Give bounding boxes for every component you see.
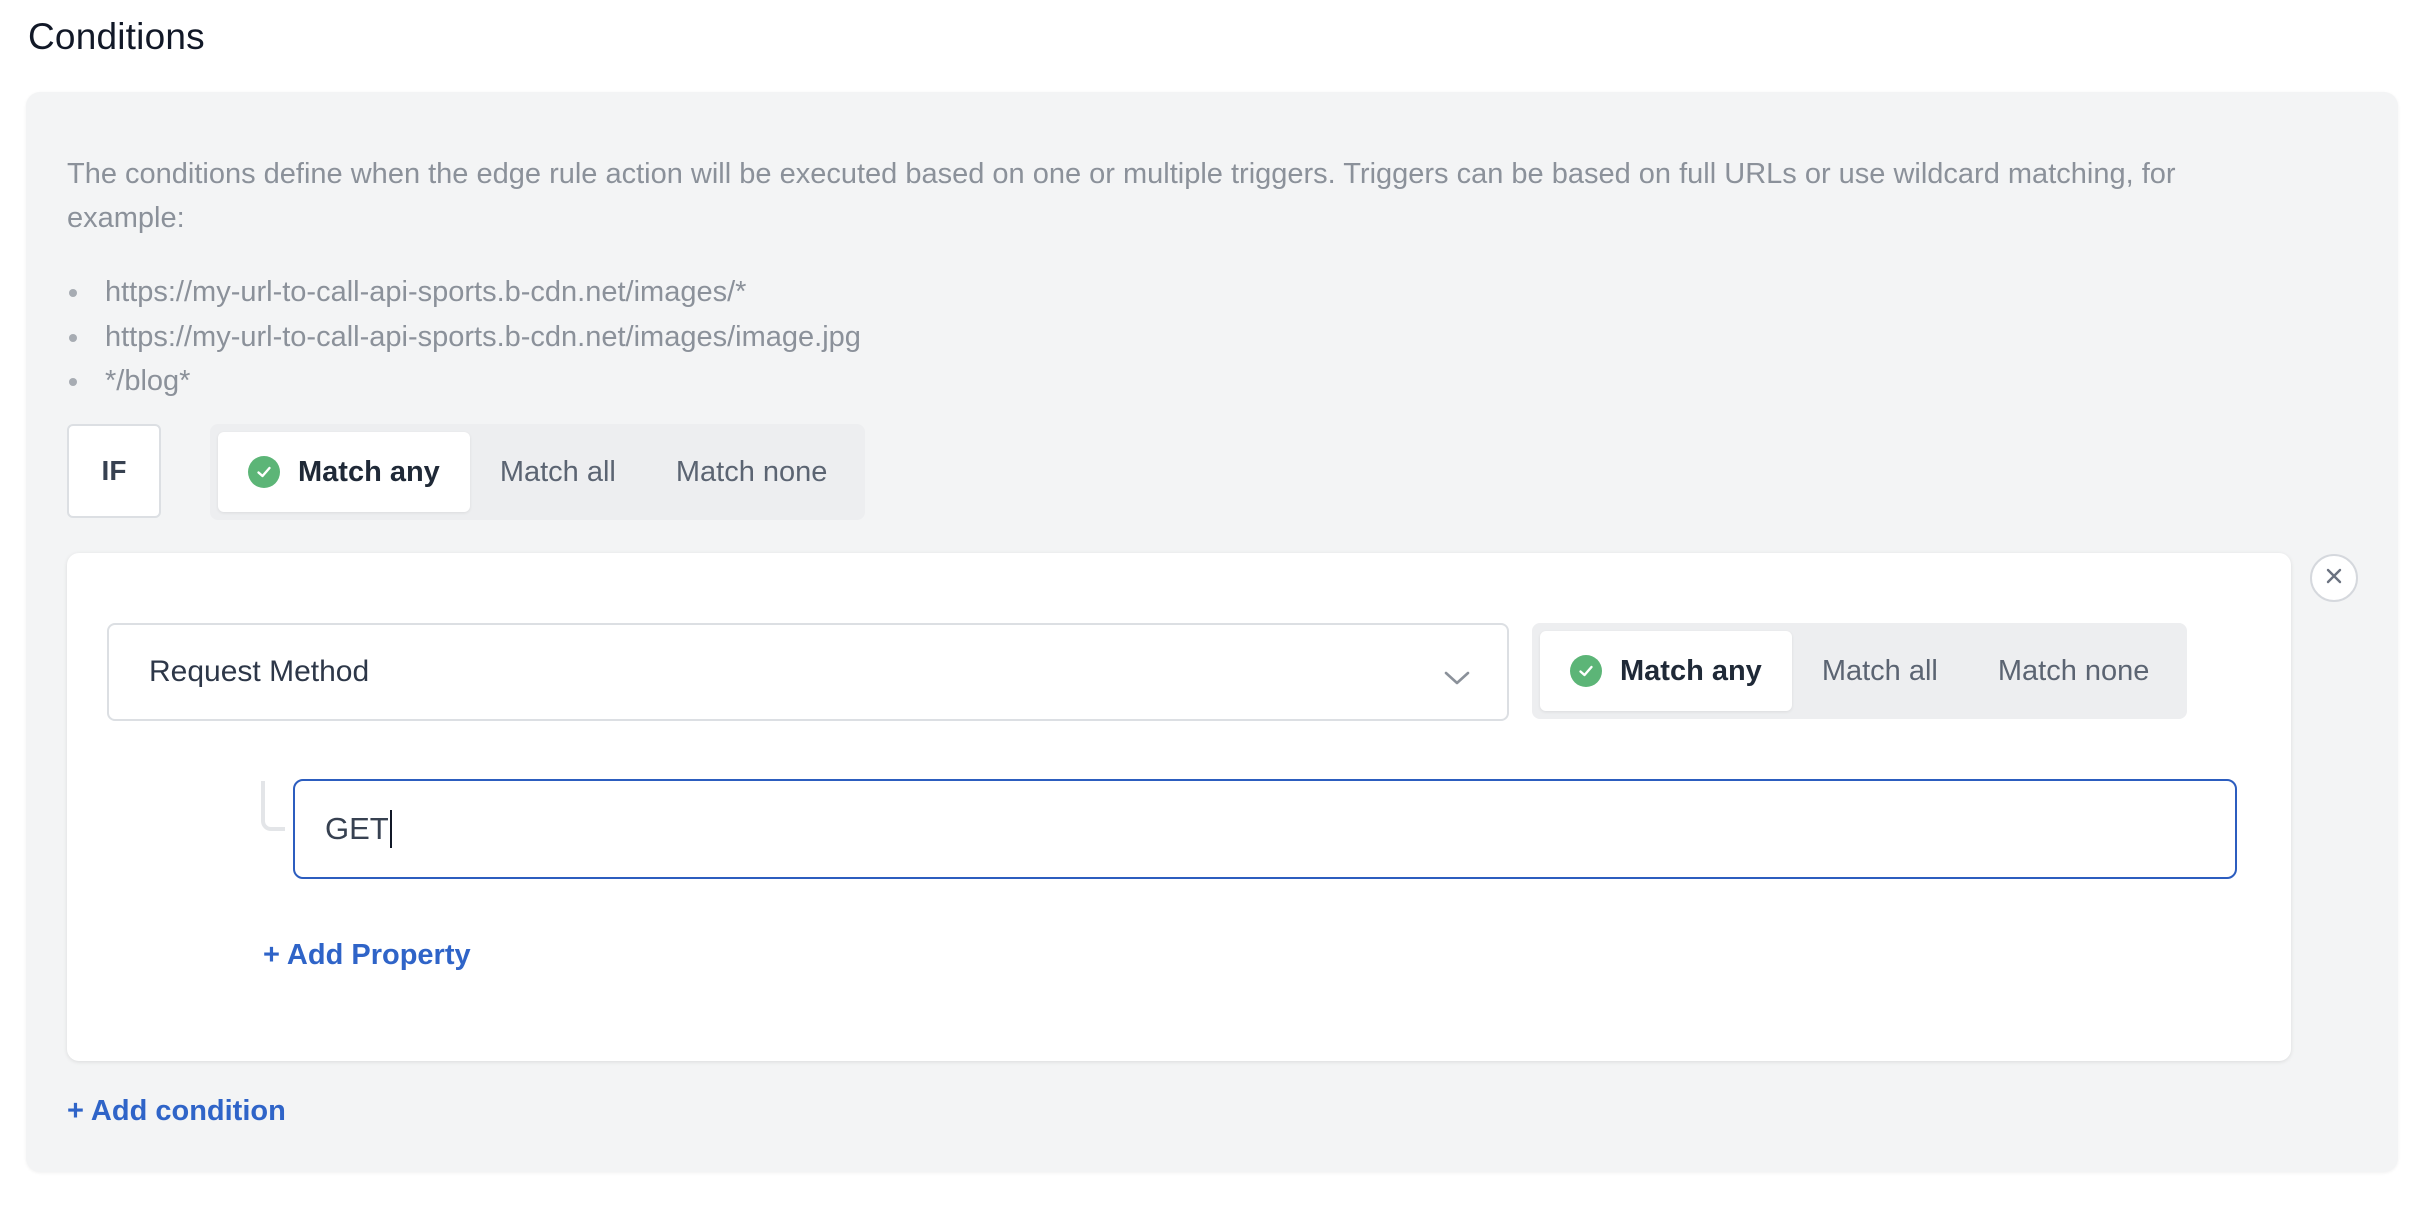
check-circle-icon — [1570, 655, 1602, 687]
examples-list: https://my-url-to-call-api-sports.b-cdn.… — [67, 270, 861, 404]
option-label: Match any — [298, 455, 440, 488]
conditions-panel: The conditions define when the edge rule… — [26, 92, 2398, 1172]
chevron-down-icon — [1443, 661, 1471, 695]
example-item: https://my-url-to-call-api-sports.b-cdn.… — [67, 315, 861, 360]
condition-match-all-option[interactable]: Match all — [1792, 631, 1968, 711]
close-icon — [2324, 566, 2344, 591]
text-caret — [389, 810, 392, 848]
select-value: Request Method — [149, 655, 370, 688]
remove-condition-button[interactable] — [2310, 554, 2358, 602]
example-item: https://my-url-to-call-api-sports.b-cdn.… — [67, 270, 861, 315]
trigger-match-any-option[interactable]: Match any — [218, 432, 470, 512]
trigger-match-toggle: Match any Match all Match none — [210, 424, 866, 520]
input-value: GET — [325, 811, 389, 846]
example-item: */blog* — [67, 359, 861, 404]
option-label: Match any — [1620, 654, 1762, 687]
condition-match-toggle: Match any Match all Match none — [1532, 623, 2188, 719]
trigger-match-none-option[interactable]: Match none — [646, 432, 858, 512]
condition-match-none-option[interactable]: Match none — [1968, 631, 2180, 711]
add-condition-button[interactable]: + Add condition — [67, 1095, 286, 1128]
property-value-input[interactable]: GET — [293, 779, 2237, 879]
tree-connector — [261, 781, 285, 831]
page-title: Conditions — [28, 16, 205, 57]
condition-match-any-option[interactable]: Match any — [1540, 631, 1792, 711]
condition-type-select[interactable]: Request Method — [107, 623, 1509, 721]
trigger-match-all-option[interactable]: Match all — [470, 432, 646, 512]
add-property-button[interactable]: + Add Property — [263, 939, 471, 972]
check-circle-icon — [248, 456, 280, 488]
conditions-description: The conditions define when the edge rule… — [67, 158, 2176, 234]
if-label: IF — [67, 424, 161, 518]
